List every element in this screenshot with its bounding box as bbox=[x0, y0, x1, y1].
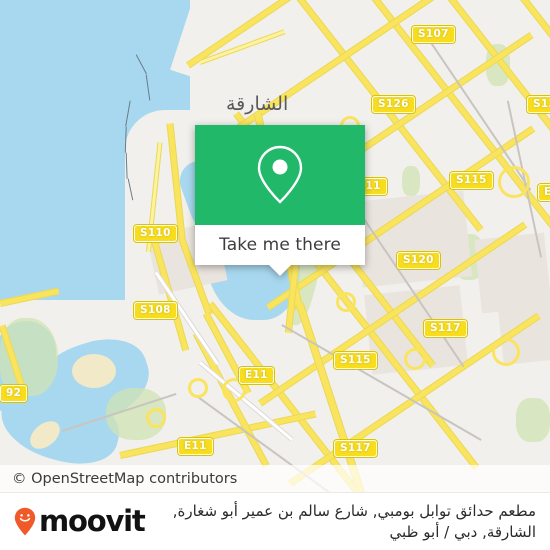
sand-island bbox=[72, 354, 116, 388]
take-me-there-label: Take me there bbox=[219, 235, 341, 255]
moovit-smiley-pin-icon bbox=[14, 507, 36, 536]
road-shield: S126 bbox=[372, 96, 415, 113]
road-shield: S117 bbox=[334, 440, 377, 457]
moovit-place-map-screen: الشارقة S107 S126 S130 E11 S115 E8 S120 S110 S10… bbox=[0, 0, 550, 550]
road-shield: S108 bbox=[134, 302, 177, 319]
interchange-roundabout bbox=[498, 166, 530, 198]
road-shield: E8 bbox=[538, 184, 550, 201]
road-shield: E11 bbox=[178, 438, 213, 455]
road-shield: S110 bbox=[134, 225, 177, 242]
road-shield: S120 bbox=[397, 252, 440, 269]
road-shield: S115 bbox=[450, 172, 493, 189]
road-shield: 92 bbox=[0, 385, 28, 402]
road-shield: S115 bbox=[334, 352, 377, 369]
park-east-3 bbox=[402, 166, 420, 196]
interchange-roundabout bbox=[188, 378, 208, 398]
place-name-text: مطعم حدائق توابل بومبي, شارع سالم بن عمي… bbox=[172, 501, 536, 541]
road-shield: S117 bbox=[424, 320, 467, 337]
road-shield: S107 bbox=[412, 26, 455, 43]
map-pin-icon bbox=[257, 145, 303, 204]
interchange-roundabout bbox=[404, 348, 426, 370]
card-pointer-tail bbox=[269, 265, 291, 276]
card-action-bar[interactable]: Take me there bbox=[195, 225, 365, 276]
moovit-wordmark: moovit bbox=[39, 504, 146, 538]
osm-attribution-text[interactable]: © OpenStreetMap contributors bbox=[0, 471, 237, 487]
interchange-roundabout bbox=[336, 292, 356, 312]
interchange-roundabout bbox=[492, 338, 520, 366]
map-attribution-bar: © OpenStreetMap contributors bbox=[0, 465, 550, 492]
take-me-there-card[interactable]: Take me there bbox=[195, 125, 365, 276]
footer-bar: moovit مطعم حدائق توابل بومبي, شارع سالم… bbox=[0, 492, 550, 550]
moovit-logo[interactable]: moovit bbox=[0, 504, 146, 538]
city-label-sharjah: الشارقة bbox=[226, 93, 289, 115]
road-shield: S130 bbox=[527, 96, 550, 113]
park-south bbox=[516, 398, 550, 442]
card-header bbox=[195, 125, 365, 225]
interchange-roundabout bbox=[146, 408, 166, 428]
road-shield: E11 bbox=[239, 367, 274, 384]
